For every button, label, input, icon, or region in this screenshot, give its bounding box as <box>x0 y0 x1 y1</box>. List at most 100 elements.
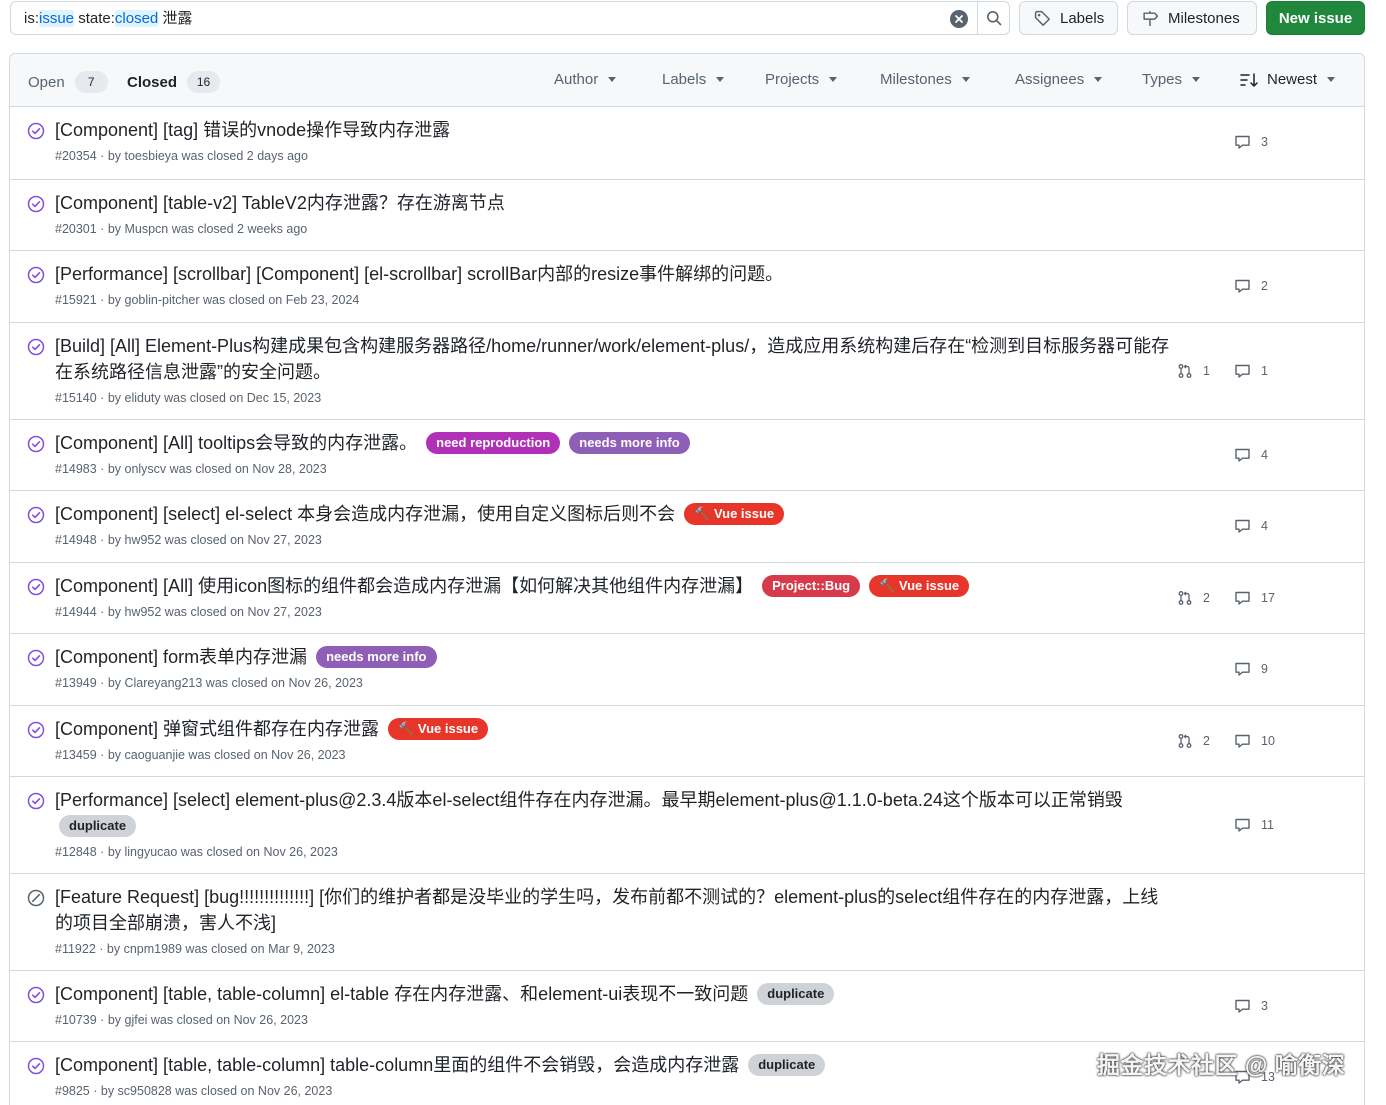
issue-label[interactable]: duplicate <box>748 1054 826 1076</box>
comment-icon <box>1234 363 1256 379</box>
filter-milestones[interactable]: Milestones <box>880 71 970 88</box>
comment-icon <box>1234 998 1256 1014</box>
search-icon <box>987 11 1002 26</box>
issue-title-link[interactable]: [Component] 弹窗式组件都存在内存泄露 <box>55 719 379 739</box>
comment-count[interactable]: 9 <box>1234 661 1268 677</box>
issue-meta: #14983 · by onlyscv was closed on Nov 28… <box>55 462 327 476</box>
filter-assignees[interactable]: Assignees <box>1015 71 1103 88</box>
issue-label[interactable]: 🔨 Vue issue <box>388 718 489 740</box>
watermark: 掘金技术社区 @ 喻衡深 <box>1097 1052 1346 1078</box>
issue-row[interactable]: [Build] [All] Element-Plus构建成果包含构建服务器路径/… <box>10 322 1364 419</box>
linked-pr-count[interactable]: 2 <box>1177 733 1210 749</box>
sort-label: Newest <box>1267 71 1318 88</box>
issue-row[interactable]: [Component] 弹窗式组件都存在内存泄露 🔨 Vue issue #134… <box>10 705 1364 776</box>
filter-labels[interactable]: Labels <box>662 71 725 88</box>
issue-meta: #20354 · by toesbieya was closed 2 days … <box>55 149 308 163</box>
comment-count[interactable]: 3 <box>1234 134 1268 150</box>
issue-label[interactable]: needs more info <box>569 432 690 454</box>
issue-closed-icon <box>27 721 45 739</box>
issue-meta: #15921 · by goblin-pitcher was closed on… <box>55 293 360 307</box>
issue-row[interactable]: [Component] [table-v2] TableV2内存泄露？存在游离节… <box>10 179 1364 250</box>
clear-search-button[interactable] <box>950 10 968 28</box>
issue-title-link[interactable]: [Component] [table, table-column] el-tab… <box>55 984 748 1004</box>
comment-count-value: 11 <box>1261 818 1274 832</box>
issue-title-link[interactable]: [Component] [All] tooltips会导致的内存泄露。 <box>55 433 417 453</box>
new-issue-button[interactable]: New issue <box>1266 1 1365 35</box>
issue-closed-icon <box>27 195 45 213</box>
issue-title-link[interactable]: [Component] [tag] 错误的vnode操作导致内存泄露 <box>55 120 450 140</box>
issue-row[interactable]: [Component] [tag] 错误的vnode操作导致内存泄露 #20354… <box>10 107 1364 179</box>
filter-projects[interactable]: Projects <box>765 71 838 88</box>
issue-label[interactable]: Project::Bug <box>762 575 861 597</box>
issue-meta: #13459 · by caoguanjie was closed on Nov… <box>55 748 346 762</box>
top-bar: is:issue state:closed 泄露 Labels Mileston… <box>10 1 1366 35</box>
issue-closed-icon <box>27 578 45 596</box>
issue-title-link[interactable]: [Build] [All] Element-Plus构建成果包含构建服务器路径/… <box>55 336 1169 382</box>
issue-title-link[interactable]: [Component] [All] 使用icon图标的组件都会造成内存泄漏【如何… <box>55 576 753 596</box>
issue-title-line: [Component] [table, table-column] el-tab… <box>55 981 1175 1007</box>
linked-pr-count[interactable]: 2 <box>1177 590 1210 606</box>
issue-title-link[interactable]: [Feature Request] [bug!!!!!!!!!!!!!!] [你… <box>55 887 1158 933</box>
issue-label[interactable]: needs more info <box>316 646 437 668</box>
open-count-badge: 7 <box>74 71 108 93</box>
linked-pr-count[interactable]: 1 <box>1177 363 1210 379</box>
comment-count[interactable]: 3 <box>1234 998 1268 1014</box>
issue-title-line: [Performance] [scrollbar] [Component] [e… <box>55 261 1175 287</box>
comment-icon <box>1234 661 1256 677</box>
issue-row[interactable]: [Performance] [scrollbar] [Component] [e… <box>10 250 1364 322</box>
issue-title-line: [Performance] [select] element-plus@2.3.… <box>55 787 1175 839</box>
issue-label[interactable]: duplicate <box>59 815 137 837</box>
filter-types[interactable]: Types <box>1142 71 1201 88</box>
search-query[interactable]: is:issue state:closed 泄露 <box>24 2 192 36</box>
issue-title-link[interactable]: [Component] [select] el-select 本身会造成内存泄漏… <box>55 504 675 524</box>
linked-pr-count-value: 2 <box>1203 591 1210 605</box>
issue-row[interactable]: [Component] form表单内存泄漏 needs more info #1… <box>10 633 1364 705</box>
issue-closed-icon <box>27 792 45 810</box>
issue-title-link[interactable]: [Performance] [select] element-plus@2.3.… <box>55 790 1123 810</box>
issue-label[interactable]: 🔨 Vue issue <box>869 575 970 597</box>
issue-row[interactable]: [Component] [table, table-column] el-tab… <box>10 970 1364 1041</box>
comment-count[interactable]: 10 <box>1234 733 1275 749</box>
issue-row[interactable]: [Component] [select] el-select 本身会造成内存泄漏… <box>10 490 1364 562</box>
search-input[interactable]: is:issue state:closed 泄露 <box>10 1 1010 35</box>
issue-title-link[interactable]: [Performance] [scrollbar] [Component] [e… <box>55 264 783 284</box>
comment-count-value: 4 <box>1261 519 1268 533</box>
issues-list-header: Open 7 Closed 16 Author Labels Projects … <box>10 54 1364 107</box>
pull-request-icon <box>1177 733 1198 749</box>
issue-row[interactable]: [Component] [All] 使用icon图标的组件都会造成内存泄漏【如何… <box>10 562 1364 633</box>
sort-dropdown[interactable]: Newest <box>1240 71 1336 88</box>
comment-count[interactable]: 2 <box>1234 278 1268 294</box>
comment-count[interactable]: 11 <box>1234 817 1274 833</box>
issue-title-line: [Build] [All] Element-Plus构建成果包含构建服务器路径/… <box>55 333 1175 385</box>
labels-button[interactable]: Labels <box>1019 1 1118 35</box>
comment-count[interactable]: 4 <box>1234 447 1268 463</box>
search-button[interactable] <box>978 2 1010 34</box>
issue-label[interactable]: 🔨 Vue issue <box>684 503 785 525</box>
comment-count[interactable]: 17 <box>1234 590 1275 606</box>
milestones-button[interactable]: Milestones <box>1127 1 1257 35</box>
issue-label[interactable]: duplicate <box>757 983 835 1005</box>
comment-count[interactable]: 4 <box>1234 518 1268 534</box>
issue-row[interactable]: [Feature Request] [bug!!!!!!!!!!!!!!] [你… <box>10 873 1364 970</box>
filter-author[interactable]: Author <box>554 71 617 88</box>
issue-title-link[interactable]: [Component] [table, table-column] table-… <box>55 1055 739 1075</box>
comment-count-value: 3 <box>1261 135 1268 149</box>
issue-title-line: [Component] [table, table-column] table-… <box>55 1052 1175 1078</box>
issue-title-line: [Component] [table-v2] TableV2内存泄露？存在游离节… <box>55 190 1175 216</box>
filter-types-label: Types <box>1142 71 1183 88</box>
issue-closed-icon <box>27 1057 45 1075</box>
chevron-down-icon <box>829 77 838 82</box>
issue-title-link[interactable]: [Component] form表单内存泄漏 <box>55 647 307 667</box>
issue-title-line: [Component] 弹窗式组件都存在内存泄露 🔨 Vue issue <box>55 716 1175 742</box>
filter-labels-label: Labels <box>662 71 707 88</box>
issue-closed-icon <box>27 649 45 667</box>
comment-count[interactable]: 1 <box>1234 363 1268 379</box>
issue-row[interactable]: [Performance] [select] element-plus@2.3.… <box>10 776 1364 873</box>
tab-open[interactable]: Open 7 <box>28 71 108 93</box>
issue-title-link[interactable]: [Component] [table-v2] TableV2内存泄露？存在游离节… <box>55 193 505 213</box>
issue-label[interactable]: need reproduction <box>426 432 561 454</box>
issue-row[interactable]: [Component] [All] tooltips会导致的内存泄露。 need… <box>10 419 1364 490</box>
comment-icon <box>1234 518 1256 534</box>
tab-closed[interactable]: Closed 16 <box>127 71 221 93</box>
issue-title-line: [Component] [All] tooltips会导致的内存泄露。 need… <box>55 430 1175 456</box>
